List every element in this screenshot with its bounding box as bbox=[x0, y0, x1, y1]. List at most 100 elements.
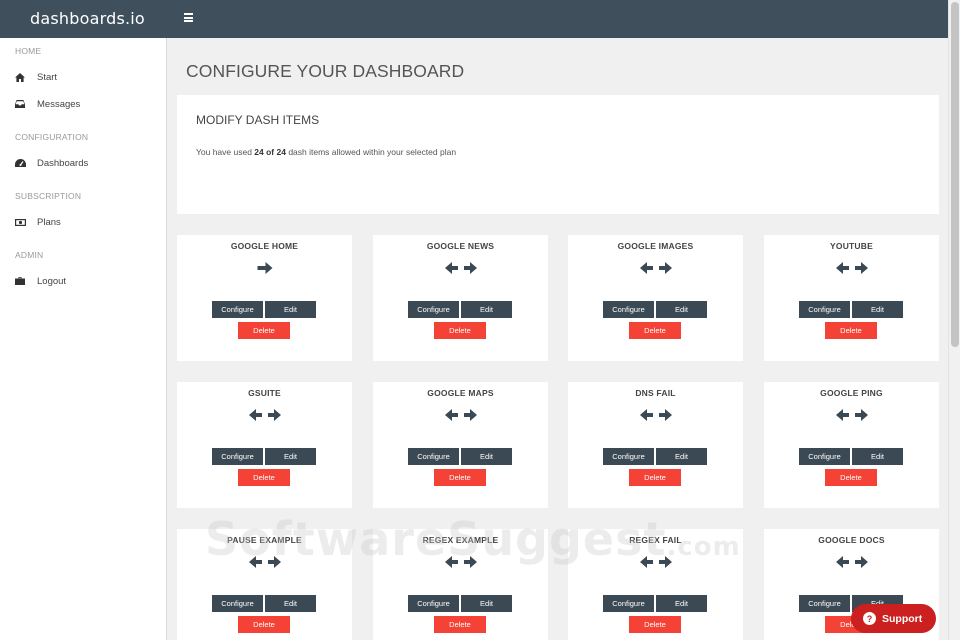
configure-button[interactable]: Configure bbox=[212, 595, 263, 612]
sidebar-item-logout[interactable]: Logout bbox=[15, 272, 155, 290]
support-button[interactable]: ? Support bbox=[851, 604, 936, 633]
card-title: REGEX EXAMPLE bbox=[422, 535, 499, 545]
delete-button[interactable]: Delete bbox=[238, 469, 290, 486]
sidebar-section-home: HOME bbox=[15, 46, 42, 56]
dash-item-card: GOOGLE PING Configure Edit Delete bbox=[764, 382, 939, 508]
configure-button[interactable]: Configure bbox=[603, 595, 654, 612]
dash-item-card: GOOGLE NEWS Configure Edit Delete bbox=[373, 235, 548, 361]
edit-button[interactable]: Edit bbox=[265, 448, 316, 465]
delete-button[interactable]: Delete bbox=[825, 322, 877, 339]
sidebar-item-label: Start bbox=[37, 71, 58, 83]
top-navbar: dashboards.io bbox=[0, 0, 948, 38]
dash-item-card: GOOGLE IMAGES Configure Edit Delete bbox=[568, 235, 743, 361]
delete-button[interactable]: Delete bbox=[629, 322, 681, 339]
dash-item-card: DNS FAIL Configure Edit Delete bbox=[568, 382, 743, 508]
card-title: PAUSE EXAMPLE bbox=[227, 535, 302, 545]
card-title: GOOGLE HOME bbox=[230, 241, 299, 251]
dash-item-card: REGEX FAIL Configure Edit Delete bbox=[568, 529, 743, 640]
card-title: GOOGLE NEWS bbox=[426, 241, 495, 251]
card-title: YOUTUBE bbox=[830, 241, 873, 251]
usage-count: 24 of 24 bbox=[254, 147, 286, 157]
sidebar-item-dashboards[interactable]: Dashboards bbox=[15, 154, 155, 172]
dash-item-card: GOOGLE HOME Configure Edit Delete bbox=[177, 235, 352, 361]
edit-button[interactable]: Edit bbox=[461, 448, 512, 465]
left-right-arrows-icon bbox=[639, 261, 672, 280]
edit-button[interactable]: Edit bbox=[265, 595, 316, 612]
left-right-arrows-icon bbox=[444, 408, 477, 427]
dash-item-card: GOOGLE MAPS Configure Edit Delete bbox=[373, 382, 548, 508]
inbox-icon bbox=[15, 100, 37, 108]
configure-button[interactable]: Configure bbox=[408, 595, 459, 612]
delete-button[interactable]: Delete bbox=[629, 469, 681, 486]
dash-item-card: YOUTUBE Configure Edit Delete bbox=[764, 235, 939, 361]
edit-button[interactable]: Edit bbox=[461, 301, 512, 318]
edit-button[interactable]: Edit bbox=[461, 595, 512, 612]
configure-button[interactable]: Configure bbox=[212, 448, 263, 465]
dash-item-card: REGEX EXAMPLE Configure Edit Delete bbox=[373, 529, 548, 640]
sidebar-section-admin: ADMIN bbox=[15, 250, 44, 260]
configure-button[interactable]: Configure bbox=[799, 301, 850, 318]
configure-button[interactable]: Configure bbox=[408, 448, 459, 465]
delete-button[interactable]: Delete bbox=[434, 616, 486, 633]
dashboard-icon bbox=[15, 159, 37, 167]
support-label: Support bbox=[882, 612, 923, 625]
left-right-arrows-icon bbox=[639, 408, 672, 427]
card-title: GOOGLE MAPS bbox=[427, 388, 494, 398]
page-title: CONFIGURE YOUR DASHBOARD bbox=[186, 61, 465, 81]
left-right-arrows-icon bbox=[835, 261, 868, 280]
left-right-arrows-icon bbox=[444, 261, 477, 280]
sidebar: HOME Start Messages CONFIGURATION Dashbo… bbox=[0, 38, 167, 640]
sidebar-item-label: Plans bbox=[37, 216, 61, 228]
configure-button[interactable]: Configure bbox=[603, 301, 654, 318]
configure-button[interactable]: Configure bbox=[799, 595, 850, 612]
right-arrow-icon bbox=[257, 261, 272, 280]
sidebar-item-messages[interactable]: Messages bbox=[15, 95, 155, 113]
edit-button[interactable]: Edit bbox=[656, 448, 707, 465]
dash-item-card: GSUITE Configure Edit Delete bbox=[177, 382, 352, 508]
edit-button[interactable]: Edit bbox=[265, 301, 316, 318]
money-icon bbox=[15, 218, 37, 226]
sidebar-section-subscription: SUBSCRIPTION bbox=[15, 191, 82, 201]
edit-button[interactable]: Edit bbox=[656, 301, 707, 318]
sidebar-section-configuration: CONFIGURATION bbox=[15, 132, 89, 142]
home-icon bbox=[15, 72, 37, 82]
edit-button[interactable]: Edit bbox=[656, 595, 707, 612]
card-title: DNS FAIL bbox=[635, 388, 676, 398]
brand-logo[interactable]: dashboards.io bbox=[30, 9, 145, 28]
sidebar-item-label: Logout bbox=[37, 275, 67, 287]
delete-button[interactable]: Delete bbox=[629, 616, 681, 633]
card-title: GSUITE bbox=[248, 388, 281, 398]
delete-button[interactable]: Delete bbox=[434, 322, 486, 339]
page-scrollbar[interactable] bbox=[948, 0, 960, 640]
sidebar-item-label: Messages bbox=[37, 98, 81, 110]
panel-title: MODIFY DASH ITEMS bbox=[196, 113, 320, 127]
delete-button[interactable]: Delete bbox=[825, 469, 877, 486]
help-icon: ? bbox=[863, 612, 876, 625]
modify-dash-items-panel: MODIFY DASH ITEMS You have used 24 of 24… bbox=[177, 95, 939, 214]
left-right-arrows-icon bbox=[248, 408, 281, 427]
dash-item-card: PAUSE EXAMPLE Configure Edit Delete bbox=[177, 529, 352, 640]
sidebar-item-start[interactable]: Start bbox=[15, 68, 155, 86]
menu-toggle-icon[interactable] bbox=[184, 13, 193, 22]
configure-button[interactable]: Configure bbox=[603, 448, 654, 465]
usage-text: You have used 24 of 24 dash items allowe… bbox=[196, 147, 457, 157]
delete-button[interactable]: Delete bbox=[238, 616, 290, 633]
card-title: GOOGLE PING bbox=[820, 388, 883, 398]
briefcase-icon bbox=[15, 277, 37, 285]
sidebar-item-plans[interactable]: Plans bbox=[15, 213, 155, 231]
delete-button[interactable]: Delete bbox=[434, 469, 486, 486]
card-title: GOOGLE DOCS bbox=[818, 535, 885, 545]
left-right-arrows-icon bbox=[835, 408, 868, 427]
card-title: GOOGLE IMAGES bbox=[617, 241, 694, 251]
scrollbar-thumb[interactable] bbox=[951, 2, 959, 347]
edit-button[interactable]: Edit bbox=[852, 448, 903, 465]
edit-button[interactable]: Edit bbox=[852, 301, 903, 318]
delete-button[interactable]: Delete bbox=[238, 322, 290, 339]
left-right-arrows-icon bbox=[444, 555, 477, 574]
configure-button[interactable]: Configure bbox=[212, 301, 263, 318]
configure-button[interactable]: Configure bbox=[799, 448, 850, 465]
left-right-arrows-icon bbox=[835, 555, 868, 574]
configure-button[interactable]: Configure bbox=[408, 301, 459, 318]
card-title: REGEX FAIL bbox=[629, 535, 682, 545]
sidebar-item-label: Dashboards bbox=[37, 157, 89, 169]
